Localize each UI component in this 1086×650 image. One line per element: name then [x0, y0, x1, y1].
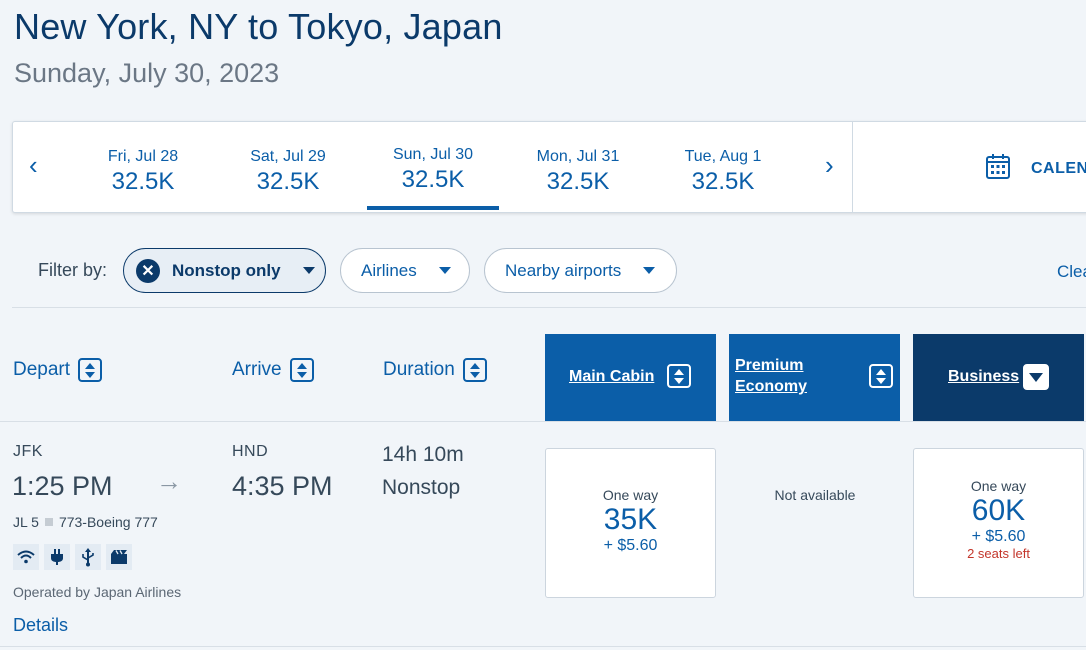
fare-type-label: One way	[602, 487, 659, 503]
nearby-airports-label: Nearby airports	[505, 260, 622, 280]
stops-label: Nonstop	[382, 476, 461, 499]
sort-icon	[869, 364, 893, 388]
premium-economy-unavailable: Not available	[774, 487, 856, 503]
date-tab-sat-jul-29[interactable]: Sat, Jul 29 32.5K	[222, 122, 354, 210]
strip-divider	[852, 122, 853, 212]
nonstop-filter-label: Nonstop only	[172, 260, 281, 280]
close-icon[interactable]: ✕	[136, 258, 160, 283]
flight-duration: 14h 10m	[382, 443, 464, 466]
arrow-right-icon: →	[156, 466, 182, 496]
business-header[interactable]: Business	[913, 334, 1084, 421]
date-tab-mon-jul-31[interactable]: Mon, Jul 31 32.5K	[512, 122, 644, 210]
date-tab-label: Sat, Jul 29	[250, 148, 326, 165]
airlines-filter-dropdown[interactable]: Airlines	[340, 248, 470, 293]
fare-miles: 35K	[603, 503, 658, 536]
chevron-down-icon	[643, 267, 656, 274]
wifi-icon	[13, 544, 39, 570]
next-date-button[interactable]: ›	[825, 152, 834, 178]
divider	[0, 646, 1086, 647]
page-title: New York, NY to Tokyo, Japan	[14, 6, 503, 47]
date-selector: ‹ Fri, Jul 28 32.5K Sat, Jul 29 32.5K Su…	[12, 121, 1086, 213]
filter-bar: Filter by: ✕ Nonstop only Airlines Nearb…	[12, 228, 1086, 308]
depart-header-label: Depart	[13, 359, 71, 380]
date-tab-tue-aug-1[interactable]: Tue, Aug 1 32.5K	[657, 122, 789, 210]
date-tab-label: Mon, Jul 31	[536, 148, 620, 165]
date-tab-label: Fri, Jul 28	[107, 148, 179, 165]
date-tab-price: 32.5K	[691, 168, 755, 195]
date-tab-fri-jul-28[interactable]: Fri, Jul 28 32.5K	[77, 122, 209, 210]
fare-taxes: + $5.60	[603, 537, 658, 554]
sort-icon	[78, 358, 103, 382]
date-tab-price: 32.5K	[546, 168, 610, 195]
usb-icon	[75, 544, 101, 570]
date-tab-label: Tue, Aug 1	[684, 148, 762, 165]
date-tab-price: 32.5K	[401, 166, 465, 193]
entertainment-icon	[106, 544, 132, 570]
depart-time: 1:25 PM	[12, 471, 113, 501]
power-outlet-icon	[44, 544, 70, 570]
chevron-down-icon	[438, 267, 451, 274]
date-tab-price: 32.5K	[111, 168, 175, 195]
calendar-button[interactable]: CALENDAR	[985, 152, 1086, 185]
filter-label: Filter by:	[38, 260, 108, 280]
seats-left-badge: 2 seats left	[967, 546, 1030, 561]
nonstop-filter-chip[interactable]: ✕ Nonstop only	[123, 248, 326, 293]
business-fare-button[interactable]: One way 60K + $5.60 2 seats left	[913, 448, 1084, 598]
previous-date-button[interactable]: ‹	[29, 152, 38, 178]
main-cabin-fare-button[interactable]: One way 35K + $5.60	[545, 448, 716, 598]
fare-miles: 60K	[971, 494, 1026, 527]
origin-airport: JFK	[13, 443, 43, 460]
sort-icon	[667, 364, 691, 388]
business-label: Business	[948, 368, 1020, 385]
premium-economy-header[interactable]: Premium Economy	[729, 334, 900, 421]
sort-icon	[289, 358, 314, 382]
airlines-filter-label: Airlines	[361, 260, 417, 280]
chevron-down-icon	[302, 267, 315, 274]
fare-type-label: One way	[970, 478, 1027, 494]
duration-sort-header[interactable]: Duration	[383, 358, 487, 382]
arrive-header-label: Arrive	[232, 359, 282, 380]
calendar-icon	[985, 152, 1011, 185]
flight-number: JL 5	[13, 514, 39, 530]
main-cabin-header[interactable]: Main Cabin	[545, 334, 716, 421]
sort-icon	[462, 358, 487, 382]
divider	[0, 421, 1086, 422]
separator-icon	[44, 518, 53, 526]
arrive-time: 4:35 PM	[232, 471, 333, 501]
calendar-label: CALENDAR	[1031, 159, 1086, 177]
date-tab-price: 32.5K	[256, 168, 320, 195]
date-tab-label: Sun, Jul 30	[392, 146, 474, 163]
arrive-sort-header[interactable]: Arrive	[232, 358, 314, 382]
fare-taxes: + $5.60	[971, 528, 1026, 545]
duration-header-label: Duration	[383, 359, 455, 380]
travel-date: Sunday, July 30, 2023	[14, 58, 280, 88]
nearby-airports-dropdown[interactable]: Nearby airports	[484, 248, 677, 293]
operated-by: Operated by Japan Airlines	[13, 584, 182, 600]
date-tab-sun-jul-30[interactable]: Sun, Jul 30 32.5K	[367, 122, 499, 210]
depart-sort-header[interactable]: Depart	[13, 358, 103, 382]
clear-filters-link[interactable]: Clear	[1057, 262, 1086, 282]
amenities	[13, 544, 137, 570]
aircraft-type: 773-Boeing 777	[58, 514, 158, 530]
premium-economy-label: Premium Economy	[735, 357, 808, 395]
main-cabin-label: Main Cabin	[569, 368, 655, 385]
sort-descending-icon	[1023, 364, 1049, 390]
flight-info: JL 5 773-Boeing 777	[13, 514, 158, 530]
flight-details-link[interactable]: Details	[13, 615, 68, 636]
destination-airport: HND	[232, 443, 269, 460]
